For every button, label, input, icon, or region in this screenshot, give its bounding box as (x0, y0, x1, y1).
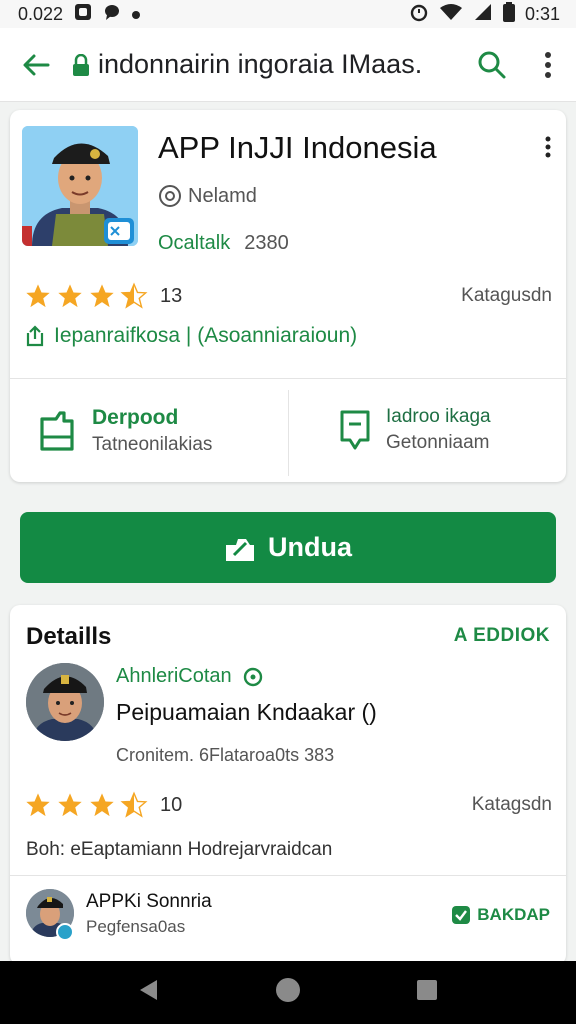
star-rating (24, 791, 148, 819)
star-icon (58, 793, 82, 817)
app-title: APP InJJI Indonesia (158, 130, 437, 165)
at-sign-icon (159, 185, 181, 207)
avatar[interactable] (26, 663, 104, 741)
battery-icon (502, 1, 515, 27)
nav-recents-button[interactable] (415, 978, 439, 1007)
search-button[interactable] (464, 50, 520, 80)
app-info-card: APP InJJI Indonesia Nelamd Ocaltalk 2380… (10, 110, 566, 482)
more-vert-icon (545, 136, 551, 158)
version-label: Ocaltalk (158, 232, 231, 254)
tags-row[interactable]: Iepanraifkosa | (Asoanniaraioun) (24, 324, 357, 348)
category-label: Katagsdn (471, 794, 552, 815)
secondary-action-button[interactable]: BAKDAP (451, 905, 550, 925)
status-bar: 0.022 0:31 (0, 0, 576, 28)
secondary-title: APPKi Sonnria (86, 891, 212, 912)
system-nav-bar (0, 961, 576, 1024)
battery-text: 0:31 (524, 3, 560, 24)
star-icon (58, 284, 82, 308)
stat-downloads[interactable]: Derpood Tatneonilakias (38, 406, 212, 456)
backup-icon (452, 906, 471, 924)
back-button[interactable] (0, 49, 72, 81)
rating-count: 13 (160, 284, 183, 307)
dot-icon (131, 4, 141, 25)
divider (288, 390, 289, 476)
secondary-subtitle: Pegfensa0as (86, 917, 186, 936)
nav-back-button[interactable] (137, 978, 161, 1007)
divider (10, 378, 566, 379)
nav-home-button[interactable] (274, 976, 302, 1009)
install-icon (226, 538, 254, 561)
star-half-icon (120, 791, 148, 818)
details-more-link[interactable]: A EDDIOK (454, 625, 550, 647)
app-more-button[interactable] (544, 136, 552, 163)
star-icon (90, 284, 114, 308)
stat-type[interactable]: Iadroo ikaga Getonniaam (340, 406, 491, 454)
details-card: Detaills A EDDIOK AhnleriCotan Peipuamai… (10, 605, 566, 965)
app-icon[interactable] (22, 126, 138, 246)
wifi-icon (439, 3, 463, 26)
back-arrow-icon (23, 54, 50, 75)
more-vert-icon (545, 51, 551, 78)
secondary-action-label: BAKDAP (477, 905, 550, 924)
url-bar[interactable]: indonnairin ingoraia IMaas. (72, 49, 464, 80)
lock-icon (73, 53, 89, 76)
square-recents-icon (417, 980, 438, 1000)
stat-subtitle: Tatneonilakias (92, 434, 213, 455)
stat-title: Derpood (92, 406, 179, 429)
search-icon (478, 51, 506, 78)
share-icon (26, 325, 44, 347)
circle-home-icon (275, 978, 300, 1002)
verified-badge-icon (56, 923, 74, 941)
triangle-back-icon (139, 980, 157, 1000)
star-icon (26, 793, 50, 817)
document-icon (340, 410, 370, 450)
star-icon (26, 284, 50, 308)
stat-title: Iadroo ikaga (386, 406, 491, 427)
download-box-icon (40, 411, 74, 451)
clock: 0.022 (18, 3, 64, 24)
browser-toolbar: indonnairin ingoraia IMaas. (0, 28, 576, 102)
install-button[interactable]: Undua (20, 512, 556, 583)
developer-name: Nelamd (188, 184, 257, 207)
signal-icon (473, 3, 493, 26)
developer-name: AhnleriCotan (116, 665, 232, 687)
developer-row[interactable]: Nelamd (158, 184, 257, 208)
divider (10, 875, 566, 876)
alarm-icon (409, 2, 429, 27)
details-meta: Cronitem. 6Flataroa0ts 383 (116, 745, 335, 765)
verified-icon (243, 667, 262, 686)
rating-row: 13 Katagusdn (24, 282, 552, 310)
version-number: 2380 (244, 232, 289, 254)
star-icon (90, 793, 114, 817)
chat-icon (103, 3, 121, 26)
stat-subtitle: Getonniaam (386, 432, 490, 453)
rating-count: 10 (160, 793, 183, 816)
category-label: Katagusdn (461, 285, 552, 306)
url-text: indonnairin ingoraia IMaas. (98, 49, 423, 79)
details-note: Boh: eEaptamiann Hodrejarvraidcan (26, 839, 333, 860)
install-label: Undua (268, 532, 352, 562)
tags-text: Iepanraifkosa | (Asoanniaraioun) (54, 324, 358, 347)
details-title: Detaills (26, 623, 112, 650)
notification-icon (73, 2, 93, 27)
star-half-icon (120, 282, 148, 309)
star-rating (24, 282, 148, 310)
developer-name-row[interactable]: AhnleriCotan (116, 665, 264, 688)
details-description: Peipuamaian Kndaakar () (116, 699, 377, 725)
more-menu-button[interactable] (520, 51, 576, 79)
version-row: Ocaltalk 2380 (158, 232, 289, 255)
rating-row: 10 Katagsdn (24, 791, 552, 819)
